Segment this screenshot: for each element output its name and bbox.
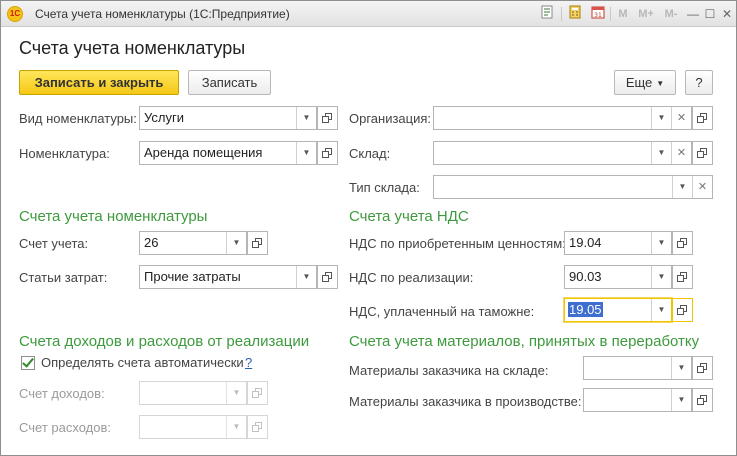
svg-text:31: 31 bbox=[594, 12, 602, 19]
chevron-down-icon[interactable]: ▼ bbox=[651, 232, 671, 254]
chevron-down-icon[interactable]: ▼ bbox=[671, 389, 691, 411]
nomenclature-value: Аренда помещения bbox=[144, 145, 263, 160]
warehouse-type-field[interactable]: ▼ ✕ bbox=[433, 175, 713, 199]
more-button[interactable]: Еще ▼ bbox=[614, 70, 676, 95]
income-account-field: ▼ bbox=[139, 381, 247, 405]
vat-sales-label: НДС по реализации: bbox=[349, 270, 474, 285]
page-title: Счета учета номенклатуры bbox=[19, 38, 246, 58]
nomenclature-open-button[interactable] bbox=[317, 141, 338, 165]
expense-account-open-button bbox=[247, 415, 268, 439]
section-accounts-title: Счета учета номенклатуры bbox=[19, 208, 208, 225]
calculator-icon[interactable] bbox=[566, 5, 584, 23]
vat-acquired-value: 19.04 bbox=[569, 235, 602, 250]
organization-field[interactable]: ▼ ✕ bbox=[433, 106, 692, 130]
section-vat-title: Счета учета НДС bbox=[349, 208, 469, 225]
vat-customs-value: 19.05 bbox=[568, 302, 603, 317]
auto-accounts-label: Определять счета автоматически bbox=[41, 355, 244, 370]
memory-plus-button[interactable]: M+ bbox=[635, 5, 657, 23]
chevron-down-icon[interactable]: ▼ bbox=[651, 142, 671, 164]
kind-value: Услуги bbox=[144, 110, 184, 125]
chevron-down-icon: ▼ bbox=[226, 382, 246, 404]
chevron-down-icon[interactable]: ▼ bbox=[296, 142, 316, 164]
1c-logo-icon: 1С bbox=[7, 6, 23, 22]
clear-icon[interactable]: ✕ bbox=[671, 107, 691, 129]
section-materials-title: Счета учета материалов, принятых в перер… bbox=[349, 333, 700, 350]
save-button[interactable]: Записать bbox=[188, 70, 271, 95]
organization-open-button[interactable] bbox=[692, 106, 713, 130]
materials-warehouse-open-button[interactable] bbox=[692, 356, 713, 380]
warehouse-type-label: Тип склада: bbox=[349, 180, 420, 195]
materials-production-field[interactable]: ▼ bbox=[583, 388, 692, 412]
vat-sales-field[interactable]: 90.03 ▼ bbox=[564, 265, 672, 289]
expense-account-field: ▼ bbox=[139, 415, 247, 439]
more-button-label: Еще bbox=[625, 75, 653, 90]
section-income-title: Счета доходов и расходов от реализации bbox=[19, 333, 310, 350]
expenses-value: Прочие затраты bbox=[144, 269, 241, 284]
auto-accounts-checkbox[interactable] bbox=[21, 355, 35, 370]
nomenclature-field[interactable]: Аренда помещения ▼ bbox=[139, 141, 317, 165]
chevron-down-icon[interactable]: ▼ bbox=[672, 176, 692, 198]
vat-acquired-open-button[interactable] bbox=[672, 231, 693, 255]
chevron-down-icon[interactable]: ▼ bbox=[226, 232, 246, 254]
clear-icon[interactable]: ✕ bbox=[671, 142, 691, 164]
warehouse-label: Склад: bbox=[349, 146, 391, 161]
vat-customs-field[interactable]: 19.05 ▼ bbox=[564, 298, 672, 322]
clear-icon[interactable]: ✕ bbox=[692, 176, 712, 198]
checkmark-icon bbox=[22, 355, 34, 368]
vat-customs-open-button[interactable] bbox=[672, 298, 693, 322]
income-account-label: Счет доходов: bbox=[19, 386, 105, 401]
chevron-down-icon[interactable]: ▼ bbox=[651, 107, 671, 129]
toolbar-separator bbox=[561, 7, 562, 21]
account-field[interactable]: 26 ▼ bbox=[139, 231, 247, 255]
chevron-down-icon[interactable]: ▼ bbox=[671, 357, 691, 379]
chevron-down-icon[interactable]: ▼ bbox=[651, 299, 671, 321]
memory-minus-button[interactable]: M- bbox=[661, 5, 681, 23]
nomenclature-label: Номенклатура: bbox=[19, 146, 110, 161]
calendar-icon[interactable]: 31 bbox=[589, 5, 607, 23]
minimize-button[interactable]: — bbox=[685, 5, 701, 23]
chevron-down-icon[interactable]: ▼ bbox=[296, 107, 316, 129]
chevron-down-icon[interactable]: ▼ bbox=[296, 266, 316, 288]
account-open-button[interactable] bbox=[247, 231, 268, 255]
vat-customs-label: НДС, уплаченный на таможне: bbox=[349, 304, 535, 319]
window-title: Счета учета номенклатуры (1С:Предприятие… bbox=[35, 7, 290, 21]
materials-production-label: Материалы заказчика в производстве: bbox=[349, 394, 582, 409]
organization-label: Организация: bbox=[349, 111, 432, 126]
materials-production-open-button[interactable] bbox=[692, 388, 713, 412]
chevron-down-icon: ▼ bbox=[656, 79, 665, 88]
expenses-open-button[interactable] bbox=[317, 265, 338, 289]
maximize-button[interactable]: ☐ bbox=[702, 5, 718, 23]
kind-open-button[interactable] bbox=[317, 106, 338, 130]
vat-sales-value: 90.03 bbox=[569, 269, 602, 284]
expenses-label: Статьи затрат: bbox=[19, 270, 108, 285]
bookmark-icon[interactable] bbox=[538, 5, 556, 23]
kind-label: Вид номенклатуры: bbox=[19, 111, 137, 126]
help-button[interactable]: ? bbox=[685, 70, 713, 95]
vat-acquired-field[interactable]: 19.04 ▼ bbox=[564, 231, 672, 255]
save-and-close-button[interactable]: Записать и закрыть bbox=[19, 70, 179, 95]
window: 1С Счета учета номенклатуры (1С:Предприя… bbox=[0, 0, 737, 456]
materials-warehouse-label: Материалы заказчика на складе: bbox=[349, 363, 549, 378]
chevron-down-icon: ▼ bbox=[226, 416, 246, 438]
toolbar-separator bbox=[610, 7, 611, 21]
memory-m-button[interactable]: M bbox=[615, 5, 631, 23]
title-bar: 1С Счета учета номенклатуры (1С:Предприя… bbox=[1, 1, 736, 27]
expenses-field[interactable]: Прочие затраты ▼ bbox=[139, 265, 317, 289]
close-button[interactable]: ✕ bbox=[719, 5, 735, 23]
expense-account-label: Счет расходов: bbox=[19, 420, 111, 435]
vat-acquired-label: НДС по приобретенным ценностям: bbox=[349, 236, 566, 251]
chevron-down-icon[interactable]: ▼ bbox=[651, 266, 671, 288]
kind-field[interactable]: Услуги ▼ bbox=[139, 106, 317, 130]
warehouse-open-button[interactable] bbox=[692, 141, 713, 165]
account-label: Счет учета: bbox=[19, 236, 89, 251]
materials-warehouse-field[interactable]: ▼ bbox=[583, 356, 692, 380]
account-value: 26 bbox=[144, 235, 159, 250]
warehouse-field[interactable]: ▼ ✕ bbox=[433, 141, 692, 165]
income-account-open-button bbox=[247, 381, 268, 405]
auto-accounts-help-link[interactable]: ? bbox=[245, 355, 252, 370]
vat-sales-open-button[interactable] bbox=[672, 265, 693, 289]
